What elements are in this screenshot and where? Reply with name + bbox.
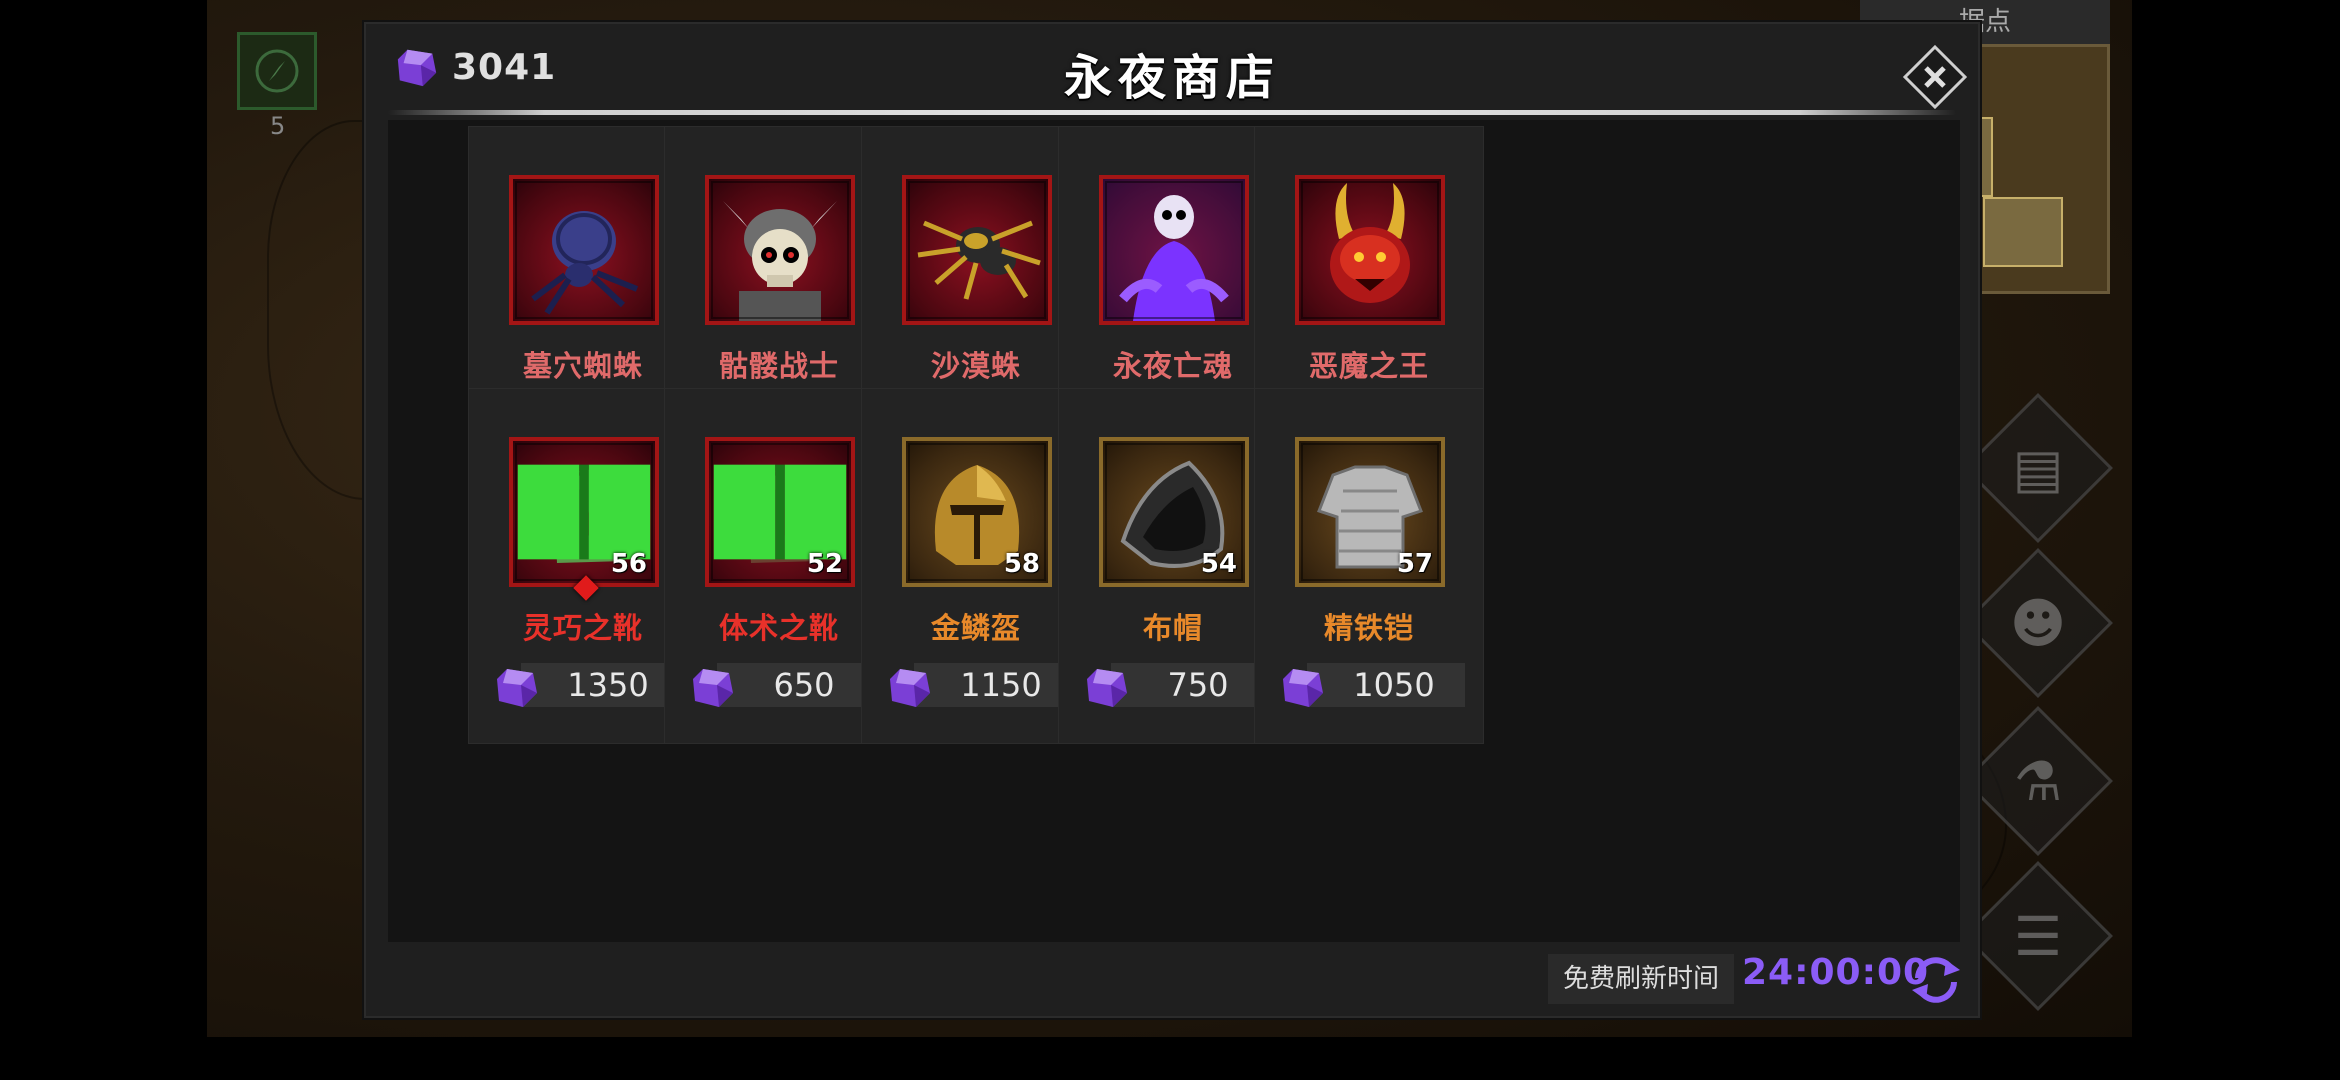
compass-icon <box>255 49 299 93</box>
item-portrait <box>1295 175 1445 325</box>
shop-title: 永夜商店 <box>1063 50 1280 106</box>
item-portrait <box>509 175 659 325</box>
item-price: 650 <box>773 666 835 704</box>
item-price: 1350 <box>567 666 649 704</box>
desert-spider-icon <box>917 220 1041 300</box>
item-name: 骷髅战士 <box>718 349 839 383</box>
header-divider <box>388 110 1956 115</box>
item-name: 体术之靴 <box>718 611 839 645</box>
shop-item-card[interactable]: 52 体术之靴 650 <box>664 388 894 744</box>
item-portrait: 58 <box>902 437 1052 587</box>
item-level: 52 <box>806 549 843 579</box>
item-price: 1050 <box>1353 666 1435 704</box>
item-portrait: 52 <box>705 437 855 587</box>
scroll-icon: ▤ <box>2012 436 2064 500</box>
shop-item-grid: 墓穴蜘蛛700骷髅战士700沙漠蛛700永夜亡魂700恶魔之王300056灵巧之… <box>388 120 1960 942</box>
shop-item-card[interactable]: 58 金鳞盔 1150 <box>861 388 1091 744</box>
item-portrait <box>705 175 855 325</box>
demon-king-icon <box>1330 183 1410 303</box>
item-portrait <box>1099 175 1249 325</box>
item-portrait: 56 <box>509 437 659 587</box>
item-name: 灵巧之靴 <box>522 611 643 645</box>
tomb-spider-icon <box>531 211 639 315</box>
quest-count: 5 <box>270 112 286 140</box>
night-wraith-icon <box>1103 179 1245 321</box>
item-level: 56 <box>610 549 647 579</box>
item-portrait: 54 <box>1099 437 1249 587</box>
item-name: 墓穴蜘蛛 <box>522 349 643 383</box>
potion-icon: ⚗ <box>2013 749 2063 813</box>
shop-item-card[interactable]: 57 精铁铠 1050 <box>1254 388 1484 744</box>
item-level: 54 <box>1200 549 1237 579</box>
shop-header: 3041 永夜商店 <box>364 22 1980 122</box>
refresh-timer: 24:00:00 <box>1742 952 1930 993</box>
close-button[interactable] <box>1902 44 1968 110</box>
minimap-room <box>1983 197 2063 267</box>
close-icon <box>1902 44 1968 110</box>
shop-window: 3041 永夜商店 墓穴蜘蛛700骷髅战士700沙漠蛛700永夜亡魂700恶魔之… <box>362 20 1982 1020</box>
item-name: 永夜亡魂 <box>1112 349 1233 383</box>
item-name: 沙漠蛛 <box>930 349 1021 383</box>
item-price: 1150 <box>960 666 1042 704</box>
quest-compass-button[interactable] <box>237 32 317 110</box>
item-name: 精铁铠 <box>1323 611 1414 645</box>
item-portrait: 57 <box>1295 437 1445 587</box>
skeleton-warrior-icon <box>723 201 837 321</box>
group-icon: ☻ <box>2009 591 2067 655</box>
free-refresh-label: 免费刷新时间 <box>1548 954 1734 1004</box>
refresh-icon <box>1912 957 1960 1003</box>
item-portrait <box>902 175 1052 325</box>
item-name: 金鳞盔 <box>930 611 1021 645</box>
item-level: 58 <box>1003 549 1040 579</box>
item-price: 750 <box>1167 666 1229 704</box>
refresh-button[interactable] <box>1908 952 1964 1008</box>
list-icon: ☰ <box>2013 904 2063 968</box>
item-level: 57 <box>1396 549 1433 579</box>
item-name: 布帽 <box>1142 611 1203 645</box>
item-name: 恶魔之王 <box>1308 349 1429 383</box>
